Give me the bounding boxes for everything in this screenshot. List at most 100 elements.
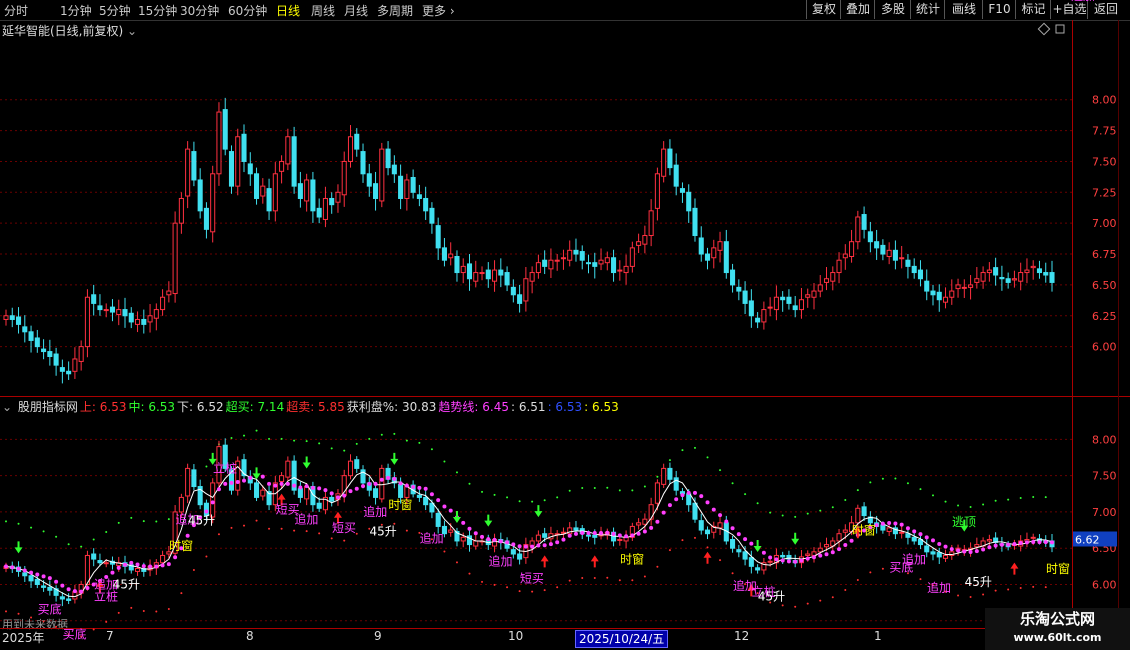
oversold-dot (105, 620, 108, 623)
main-candle-body (448, 253, 454, 259)
trend-dot (279, 481, 284, 486)
indicator-candle-body (379, 467, 385, 500)
down-arrow-icon (484, 514, 493, 527)
main-candle-body (560, 257, 566, 260)
trend-dot (235, 480, 240, 485)
signal-label: 45升 (758, 590, 785, 604)
indicator-candle-body (661, 467, 667, 485)
trend-dot (630, 533, 635, 538)
main-candle-body (617, 269, 623, 272)
indicator-candle-body (91, 553, 97, 560)
trend-dot (692, 490, 697, 495)
oversold-dot (881, 567, 884, 570)
signal-label: 追加 (902, 551, 926, 566)
trend-dot (285, 481, 290, 486)
main-candle-body (773, 296, 779, 311)
oversold-dot (455, 561, 458, 564)
main-candle-body (466, 263, 473, 280)
trend-dot (893, 521, 898, 526)
oversold-dot (55, 625, 58, 628)
overbought-dot (368, 437, 371, 440)
oversold-dot (794, 605, 797, 608)
main-candle-body (573, 249, 579, 255)
kline-chart[interactable]: 8.00 7.75 7.50 7.25 7.00 6.75 6.50 6.25 6.00 8.00… (0, 0, 1130, 650)
main-candle-body (548, 259, 554, 270)
oversold-dot (531, 590, 534, 593)
trend-dot (830, 550, 835, 555)
trend-dot (887, 520, 892, 525)
main-candle-body (579, 251, 585, 261)
main-candle-body (811, 290, 817, 298)
overbought-dot (1032, 495, 1035, 498)
date-axis: 2025年7891011121 (0, 629, 1072, 650)
trend-dot (730, 526, 735, 531)
indicator-candle-body (717, 522, 723, 529)
oversold-dot (493, 583, 496, 586)
oversold-dot (568, 579, 571, 582)
oversold-dot (142, 610, 145, 613)
main-price-label: 6.00 (1092, 341, 1117, 354)
main-candle-body (636, 241, 642, 246)
oversold-dot (919, 578, 922, 581)
overbought-dot (957, 504, 960, 507)
main-candle-body (955, 284, 961, 290)
oversold-dot (330, 537, 333, 540)
trend-dot (260, 474, 265, 479)
main-candle-body (216, 111, 222, 175)
oversold-dot (969, 595, 972, 598)
main-candle-body (47, 351, 53, 357)
indicator-candle-body (59, 596, 65, 600)
indicator-candle-body (686, 493, 692, 506)
down-arrow-icon (534, 505, 543, 518)
indicator-candle-body (742, 551, 748, 560)
trend-dot (29, 570, 34, 575)
indicator-candle-body (748, 557, 754, 567)
main-candle-body (235, 136, 241, 187)
oversold-dot (405, 529, 408, 532)
trend-dot (624, 534, 629, 539)
main-candle-body (704, 253, 711, 261)
main-candle-body (322, 197, 328, 220)
indicator-candle-body (642, 518, 648, 525)
indicator-candle-body (936, 552, 942, 558)
square-icon (1055, 24, 1065, 34)
main-candle-body (66, 370, 72, 375)
main-candle-body (592, 262, 598, 267)
indicator-candle-body (542, 533, 548, 538)
trend-dot (1043, 540, 1048, 545)
oversold-dot (1007, 588, 1010, 591)
overbought-dot (481, 490, 484, 493)
overbought-dot (5, 520, 7, 523)
overbought-dot (969, 506, 972, 509)
main-candle-body (886, 249, 892, 258)
overbought-dot (293, 439, 296, 442)
main-candle-body (974, 278, 980, 283)
oversold-dot (255, 519, 258, 522)
overbought-dot (430, 448, 433, 451)
down-arrow-icon (14, 541, 23, 554)
main-candle-body (698, 237, 704, 255)
main-candle-body (153, 309, 159, 319)
trend-dot (642, 529, 647, 534)
oversold-dot (693, 536, 696, 539)
indicator-candle-body (767, 560, 773, 563)
trend-dot (655, 519, 660, 524)
main-candle-body (416, 194, 422, 199)
main-candle-body (53, 353, 59, 366)
trend-dot (943, 544, 948, 549)
indicator-candle-body (97, 560, 103, 564)
main-candle-body (354, 133, 360, 150)
overbought-dot (869, 481, 872, 484)
overbought-dot (42, 530, 45, 533)
trend-dot (16, 566, 21, 571)
overbought-dot (1007, 498, 1010, 501)
oversold-dot (681, 539, 684, 542)
trend-dot (530, 544, 535, 549)
overbought-dot (894, 477, 897, 480)
main-candle-body (535, 262, 541, 274)
indicator-price-label: 6.00 (1092, 578, 1117, 591)
overbought-dot (568, 489, 571, 492)
indicator-candle-body (185, 467, 191, 497)
oversold-dot (506, 586, 509, 589)
overbought-dot (506, 496, 509, 499)
